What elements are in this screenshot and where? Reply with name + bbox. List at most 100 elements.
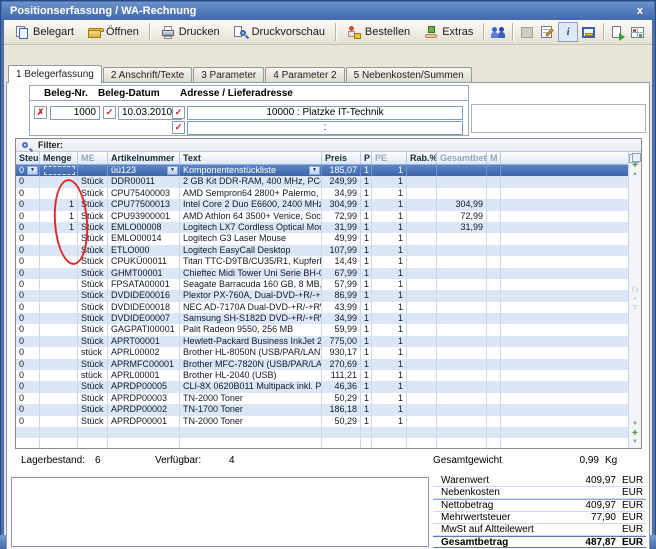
table-row[interactable]: 0 Stück DVDIDE00018 NEC AD-7170A Dual-DV… bbox=[16, 302, 628, 313]
cell-m bbox=[487, 188, 501, 199]
table-row[interactable]: 0 Stück GHMT00001 Chieftec Midi Tower Un… bbox=[16, 268, 628, 279]
lieferadresse-field[interactable]: : bbox=[187, 121, 463, 135]
table-row[interactable]: 0 stück APRL00002 Brother HL-8050N (USB/… bbox=[16, 347, 628, 358]
belegart-button[interactable]: Belegart bbox=[8, 22, 80, 43]
title-bar[interactable]: Positionserfassung / WA-Rechnung x bbox=[2, 2, 654, 20]
col-header-steu[interactable]: Steu bbox=[16, 152, 40, 164]
menge-edit-box[interactable] bbox=[44, 166, 75, 175]
cell-text: Intel Core 2 Duo E6600, 2400 MHz, FSB 10… bbox=[180, 199, 322, 210]
brackets-icon[interactable]: ( ) bbox=[632, 286, 638, 295]
open-button[interactable]: Öffnen bbox=[81, 22, 145, 43]
grid-nav-strip[interactable]: ▲ ✚ ▲ ( ) ⌕ ▽ ▼ ✚ ▼ bbox=[628, 152, 641, 448]
customers-button[interactable] bbox=[488, 22, 508, 42]
col-header-menge[interactable]: Menge bbox=[40, 152, 78, 164]
table-row[interactable]: 0 Stück APRDP00002 TN-1700 Toner 186,18 … bbox=[16, 404, 628, 415]
table-row[interactable]: 0 Stück CPUKÜ00011 Titan TTC-D9TB/CU35/R… bbox=[16, 256, 628, 267]
position-text-box[interactable] bbox=[11, 477, 429, 547]
table-row[interactable]: 0 Stück FPSATA00001 Seagate Barracuda 16… bbox=[16, 279, 628, 290]
cell-artikelnummer: DVDIDE00018 bbox=[108, 302, 180, 313]
cell-filler bbox=[501, 404, 628, 415]
cell-artikelnummer[interactable]: üü123 ▼ bbox=[108, 165, 180, 176]
print-button[interactable]: Drucken bbox=[154, 22, 226, 43]
edit-adresse-icon[interactable]: ✓ bbox=[172, 106, 185, 119]
table-row[interactable]: 0 stück APRL00001 Brother HL-2040 (USB) … bbox=[16, 370, 628, 381]
edit-date-icon[interactable]: ✓ bbox=[103, 106, 116, 119]
order-button[interactable]: Bestellen bbox=[340, 22, 416, 43]
filter-search-icon bbox=[22, 142, 28, 148]
totals-row: Nettobetrag 409,97 EUR bbox=[433, 499, 646, 511]
cell-p: 1 bbox=[361, 324, 372, 335]
grid-filter-row[interactable]: Filter: bbox=[16, 139, 641, 152]
table-row[interactable]: 0 Stück APRDP00005 CLI-8X 0620B011 Multi… bbox=[16, 381, 628, 392]
scroll-up-icon[interactable]: ▲ bbox=[632, 170, 638, 179]
search-icon[interactable]: ⌕ bbox=[633, 295, 636, 304]
notes-button[interactable] bbox=[538, 22, 558, 42]
steu-dropdown-icon[interactable]: ▼ bbox=[27, 166, 38, 175]
cell-m bbox=[487, 381, 501, 392]
selected-row[interactable]: 0 ▼ üü123 ▼ Komponentenstückliste ▼ bbox=[16, 165, 628, 176]
cell-me: Stück bbox=[78, 359, 108, 370]
table-row[interactable]: 0 Stück DVDIDE00016 Plextor PX-760A, Dua… bbox=[16, 290, 628, 301]
document-header-box: Beleg-Nr. Beleg-Datum Adresse / Lieferad… bbox=[29, 85, 469, 136]
table-row[interactable]: 0 Stück APRDP00003 TN-2000 Toner 50,29 1… bbox=[16, 393, 628, 404]
empty-row[interactable] bbox=[16, 427, 628, 438]
table-row[interactable]: 0 Stück DDR00011 2 GB Kit DDR-RAM, 400 M… bbox=[16, 176, 628, 187]
side-notes-field[interactable] bbox=[471, 104, 646, 133]
table-row[interactable]: 0 1 Stück CPU77500013 Intel Core 2 Duo E… bbox=[16, 199, 628, 210]
empty-row[interactable] bbox=[16, 438, 628, 448]
text-dropdown-icon[interactable]: ▼ bbox=[309, 166, 320, 175]
tab-parameter[interactable]: 3 Parameter bbox=[193, 67, 264, 83]
cell-menge bbox=[40, 336, 78, 347]
col-header-m[interactable]: M bbox=[487, 152, 501, 164]
filter-funnel-icon[interactable]: ▽ bbox=[633, 304, 638, 313]
table-row[interactable]: 0 Stück DVDIDE00007 Samsung SH-S182D DVD… bbox=[16, 313, 628, 324]
col-header-p[interactable]: P bbox=[361, 152, 372, 164]
table-row[interactable]: 0 Stück GAGPATI00001 Palit Radeon 9550, … bbox=[16, 324, 628, 335]
adresse-field[interactable]: 10000 : Platzke IT-Technik bbox=[187, 106, 463, 120]
close-button[interactable]: x bbox=[634, 5, 646, 17]
info-button[interactable]: i bbox=[558, 22, 578, 42]
col-header-text[interactable]: Text bbox=[180, 152, 322, 164]
scroll-bottom-icon[interactable]: ▼ bbox=[632, 438, 638, 447]
beleg-datum-label: Beleg-Datum bbox=[98, 88, 160, 99]
frame-button[interactable] bbox=[579, 22, 599, 42]
edit-lieferadresse-icon[interactable]: ✓ bbox=[172, 121, 185, 134]
tab-belegerfassung[interactable]: 1 Belegerfassung bbox=[8, 65, 102, 83]
col-header-rab[interactable]: Rab.% bbox=[407, 152, 437, 164]
cell-gesamtbetrag: 72,99 bbox=[437, 211, 487, 222]
extras-button[interactable]: Extras bbox=[417, 22, 479, 43]
column-chooser-icon[interactable] bbox=[629, 154, 639, 163]
col-header-pe[interactable]: PE bbox=[372, 152, 407, 164]
delete-icon[interactable]: ✗ bbox=[34, 106, 47, 119]
col-header-artikelnummer[interactable]: Artikelnummer bbox=[108, 152, 180, 164]
lagerbestand-value: 6 bbox=[95, 455, 101, 466]
table-button[interactable] bbox=[628, 22, 648, 42]
cell-menge-editor[interactable] bbox=[40, 165, 78, 176]
col-header-gesamtbetrag[interactable]: Gesamtbetrag bbox=[437, 152, 487, 164]
print-preview-button[interactable]: Druckvorschau bbox=[227, 22, 331, 43]
scroll-down-icon[interactable]: ▼ bbox=[632, 420, 638, 429]
tab-nebenkosten-summen[interactable]: 5 Nebenkosten/Summen bbox=[346, 67, 472, 83]
table-row[interactable]: 0 Stück APRMFC00001 Brother MFC-7820N (U… bbox=[16, 359, 628, 370]
cell-p: 1 bbox=[361, 347, 372, 358]
col-header-me[interactable]: ME bbox=[78, 152, 108, 164]
table-row[interactable]: 0 Stück ETLO000 Logitech EasyCall Deskto… bbox=[16, 245, 628, 256]
artikelnummer-dropdown-icon[interactable]: ▼ bbox=[167, 166, 178, 175]
beleg-nr-field[interactable]: 1000 bbox=[50, 106, 100, 120]
cell-m bbox=[487, 404, 501, 415]
table-row[interactable]: 0 Stück CPU75400003 AMD Sempron64 2800+ … bbox=[16, 188, 628, 199]
open-label: Öffnen bbox=[106, 26, 139, 38]
append-row-icon[interactable]: ✚ bbox=[632, 429, 638, 438]
cell-text: Logitech G3 Laser Mouse bbox=[180, 233, 322, 244]
tab-anschrift-texte[interactable]: 2 Anschrift/Texte bbox=[103, 67, 192, 83]
table-row[interactable]: 0 1 Stück CPU93900001 AMD Athlon 64 3500… bbox=[16, 211, 628, 222]
table-row[interactable]: 0 Stück EMLO00014 Logitech G3 Laser Mous… bbox=[16, 233, 628, 244]
panel-button[interactable] bbox=[517, 22, 537, 42]
table-row[interactable]: 0 Stück APRT00001 Hewlett-Packard Busine… bbox=[16, 336, 628, 347]
export-button[interactable] bbox=[608, 22, 628, 42]
table-row[interactable]: 0 1 Stück EMLO00008 Logitech LX7 Cordles… bbox=[16, 222, 628, 233]
table-row[interactable]: 0 Stück APRDP00001 TN-2000 Toner 50,29 1… bbox=[16, 416, 628, 427]
tab-parameter-2[interactable]: 4 Parameter 2 bbox=[265, 67, 344, 83]
cell-text[interactable]: Komponentenstückliste ▼ bbox=[180, 165, 322, 176]
col-header-preis[interactable]: Preis bbox=[322, 152, 361, 164]
